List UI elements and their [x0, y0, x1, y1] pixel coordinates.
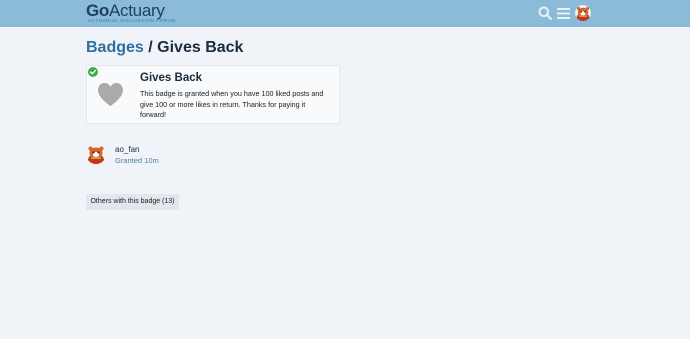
granted-user-avatar[interactable]: [86, 144, 106, 164]
logo-tagline: ACTUARIAL DISCUSSION FORUM: [88, 18, 176, 23]
badge-description: This badge is granted when you have 100 …: [140, 89, 324, 120]
search-icon[interactable]: [538, 6, 552, 20]
site-header: GoActuary ACTUARIAL DISCUSSION FORUM: [0, 0, 690, 27]
others-with-badge-button[interactable]: Others with this badge (13): [86, 194, 179, 210]
breadcrumb-badges-link[interactable]: Badges: [86, 39, 144, 56]
page-title: Badges / Gives Back: [86, 39, 243, 57]
heart-icon: [98, 83, 123, 106]
check-circle-icon: [88, 67, 98, 77]
badge-title: Gives Back: [157, 39, 244, 56]
badge-name: Gives Back: [140, 72, 203, 84]
red-panda-avatar-icon: [575, 5, 591, 21]
current-user-avatar[interactable]: [575, 5, 591, 21]
granted-username-link[interactable]: ao_fan: [115, 145, 139, 154]
breadcrumb-separator: /: [148, 39, 153, 56]
hamburger-menu-icon[interactable]: [557, 7, 570, 20]
red-panda-avatar-icon: [86, 144, 106, 164]
granted-time: Granted 10m: [115, 156, 159, 165]
